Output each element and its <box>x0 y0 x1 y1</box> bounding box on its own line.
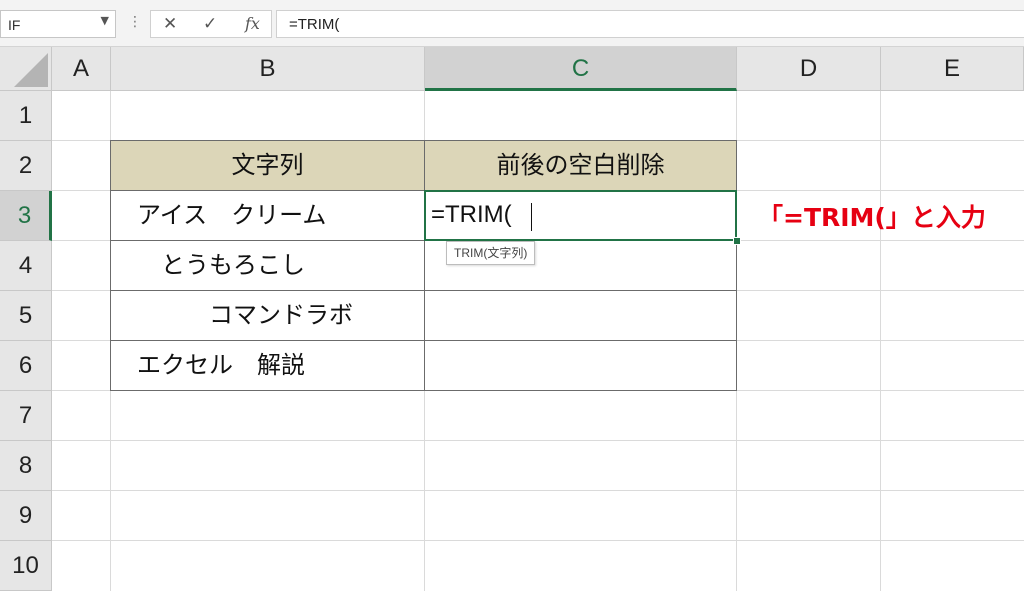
select-all-triangle-icon <box>14 53 48 87</box>
row-header-2[interactable]: 2 <box>0 141 52 191</box>
gridline <box>52 440 1024 441</box>
select-all-button[interactable] <box>0 47 52 91</box>
row-header-7[interactable]: 7 <box>0 391 52 441</box>
column-header-a[interactable]: A <box>52 47 111 91</box>
column-header-c[interactable]: C <box>425 47 737 91</box>
cell-b6[interactable]: エクセル 解説 <box>110 340 425 391</box>
name-box[interactable]: IF ▼ <box>0 10 116 38</box>
row-header-5[interactable]: 5 <box>0 291 52 341</box>
cell-b2-header[interactable]: 文字列 <box>110 140 425 191</box>
cell-b5[interactable]: コマンドラボ <box>110 290 425 341</box>
cell-b4[interactable]: とうもろこし <box>110 240 425 291</box>
cell-c3-edit-text: =TRIM( <box>431 201 512 228</box>
chevron-down-icon[interactable]: ▼ <box>101 14 109 27</box>
text-cursor <box>531 203 532 231</box>
column-header-e[interactable]: E <box>881 47 1024 91</box>
row-header-3[interactable]: 3 <box>0 191 52 241</box>
formula-text: =TRIM( <box>289 16 340 33</box>
column-header-b[interactable]: B <box>111 47 425 91</box>
name-box-value: IF <box>8 17 21 33</box>
gridline <box>52 540 1024 541</box>
formula-input[interactable]: =TRIM( <box>276 10 1024 38</box>
drag-handle-icon[interactable]: ⋮ <box>128 14 142 30</box>
fill-handle[interactable] <box>733 237 741 245</box>
cancel-icon[interactable]: ✕ <box>163 14 177 34</box>
row-header-6[interactable]: 6 <box>0 341 52 391</box>
insert-function-icon[interactable]: fx <box>245 14 260 33</box>
row-header-10[interactable]: 10 <box>0 541 52 591</box>
cell-b3[interactable]: アイス クリーム <box>110 190 425 241</box>
row-header-8[interactable]: 8 <box>0 441 52 491</box>
gridline <box>880 91 881 591</box>
row-header-1[interactable]: 1 <box>0 91 52 141</box>
row-header-9[interactable]: 9 <box>0 491 52 541</box>
enter-check-icon[interactable]: ✓ <box>203 14 217 34</box>
function-tooltip[interactable]: TRIM(文字列) <box>446 241 536 265</box>
active-cell-c3[interactable]: =TRIM( <box>424 190 737 241</box>
cell-c6[interactable] <box>424 340 737 391</box>
formula-bar: IF ▼ ⋮ ✕ ✓ fx =TRIM( <box>0 0 1024 47</box>
column-header-d[interactable]: D <box>737 47 881 91</box>
annotation-label: 「=TRIM(」と入力 <box>758 203 986 232</box>
cell-c2-header[interactable]: 前後の空白削除 <box>424 140 737 191</box>
formula-buttons: ✕ ✓ fx <box>150 10 272 38</box>
row-header-4[interactable]: 4 <box>0 241 52 291</box>
gridline <box>52 490 1024 491</box>
cell-c5[interactable] <box>424 290 737 341</box>
